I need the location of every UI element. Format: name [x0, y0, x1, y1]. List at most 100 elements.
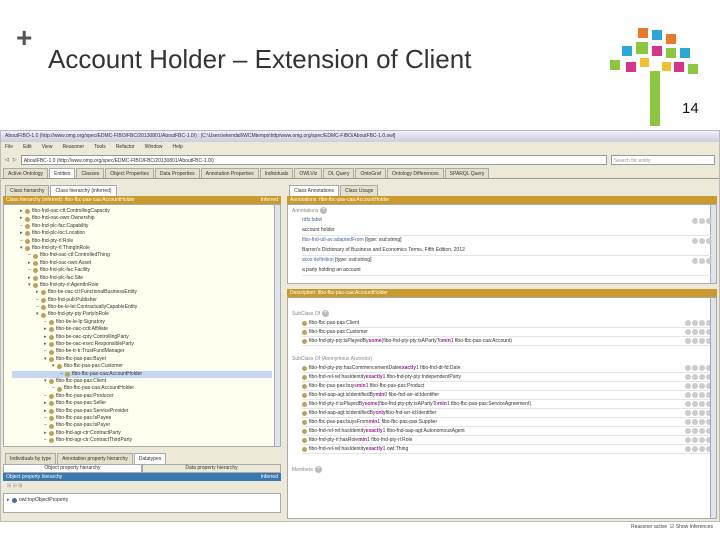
tree-item[interactable]: – fibo-be-le-lei:ContractuallyCapableEnti…	[12, 304, 272, 311]
tree-item[interactable]: ▸ fibo-be-oac-exec:ResponsibleParty	[12, 341, 272, 348]
delete-icon[interactable]	[699, 410, 705, 416]
forward-icon[interactable]: ▷	[13, 157, 17, 163]
explain-icon[interactable]	[685, 338, 691, 344]
annotate-icon[interactable]	[692, 437, 698, 443]
tree-item[interactable]: ▾ fibo-fnd-pty-pty:PartyInRole	[12, 311, 272, 318]
add-member-icon[interactable]: +	[314, 466, 322, 473]
annotate-icon[interactable]	[692, 365, 698, 371]
tab-sparql-query[interactable]: SPARQL Query	[444, 168, 490, 178]
explain-icon[interactable]	[685, 419, 691, 425]
axiom-row[interactable]: fibo-fnd-aap-agt:isIdentifiedBy min 0 fi…	[302, 391, 716, 400]
annotate-icon[interactable]	[692, 428, 698, 434]
menu-item-file[interactable]: File	[5, 144, 13, 150]
tab-class-usage[interactable]: Class Usage	[340, 185, 379, 196]
annotate-icon[interactable]	[692, 383, 698, 389]
annotation-property-name[interactable]: fibo-fnd-utl-av:adaptedFrom	[302, 237, 364, 243]
ontology-address[interactable]: AboutFBC-1.0 (http://www.omg.org/spec/ED…	[20, 155, 607, 165]
tree-item[interactable]: ▸ fibo-fnd-oac-own:Ownership	[12, 215, 272, 222]
tab-owlviz[interactable]: OWLViz	[294, 168, 323, 178]
delete-icon[interactable]	[699, 419, 705, 425]
annotate-icon[interactable]	[692, 329, 698, 335]
tab-ontology-differences[interactable]: Ontology Differences	[387, 168, 444, 178]
tab-annotation-property-hierarchy[interactable]: Annotation property hierarchy	[57, 453, 133, 464]
tree-item[interactable]: – fibo-fbc-pas-pas:Producer	[12, 393, 272, 400]
tree-item[interactable]: ▸ fibo-fnd-agr-ctr:ContractParty	[12, 430, 272, 437]
annotate-icon[interactable]	[692, 374, 698, 380]
tree-item[interactable]: ▸ fibo-fnd-oac-ctl:ControllingCapacity	[12, 208, 272, 215]
explain-icon[interactable]	[685, 428, 691, 434]
annotation-property-name[interactable]: skos:definition	[302, 257, 334, 263]
tree-item[interactable]: ▸ fibo-fbc-pas-pas:ServiceProvider	[12, 408, 272, 415]
tab-annotation-properties[interactable]: Annotation Properties	[200, 168, 259, 178]
show-inferences-checkbox[interactable]: ☑	[670, 524, 674, 530]
menu-item-edit[interactable]: Edit	[23, 144, 32, 150]
tree-item[interactable]: ▸ fibo-fnd-plc-fac:Site	[12, 275, 272, 282]
tab-datatypes[interactable]: Datatypes	[133, 453, 167, 464]
axiom-row[interactable]: fibo-fbc-pas-pas:buys min 1 fibo-fbc-pas…	[302, 382, 716, 391]
delete-icon[interactable]	[699, 329, 705, 335]
axiom-row[interactable]: fibo-fnd-rel-rel:hasIdentity exactly 1 f…	[302, 373, 716, 382]
tab-dl-query[interactable]: DL Query	[323, 168, 355, 178]
tree-item[interactable]: ▾ fibo-fbc-pas-pas:Customer	[12, 363, 272, 370]
tab-ontograf[interactable]: OntoGraf	[355, 168, 387, 178]
scrollbar[interactable]	[274, 205, 280, 446]
axiom-row[interactable]: fibo-fnd-rel-rel:hasIdentity exactly 1 o…	[302, 445, 716, 454]
explain-icon[interactable]	[685, 374, 691, 380]
tree-item[interactable]: – fibo-fbc-pas-caa:AccountHolder	[12, 385, 272, 392]
delete-icon[interactable]	[699, 437, 705, 443]
tab-class-hierarchy-inferred[interactable]: Class hierarchy (inferred)	[50, 185, 117, 196]
tab-object-properties[interactable]: Object Properties	[105, 168, 154, 178]
menu-item-help[interactable]: Help	[173, 144, 183, 150]
tab-class-hierarchy[interactable]: Class hierarchy	[5, 185, 50, 196]
back-icon[interactable]: ◁	[5, 157, 9, 163]
axiom-row[interactable]: fibo-fbc-pas-pas:buysFrom min 1 fibo-fbc…	[302, 418, 716, 427]
annotate-icon[interactable]	[692, 419, 698, 425]
menu-item-reasoner[interactable]: Reasoner	[62, 144, 84, 150]
menu-item-tools[interactable]: Tools	[94, 144, 106, 150]
axiom-row[interactable]: fibo-fnd-aap-agt:isIdentifiedBy only fib…	[302, 409, 716, 418]
explain-icon[interactable]	[685, 383, 691, 389]
tab-data-properties[interactable]: Data Properties	[154, 168, 200, 178]
axiom-row[interactable]: fibo-fbc-pas-pas:Client	[302, 319, 716, 328]
annotate-icon[interactable]	[692, 392, 698, 398]
tree-item[interactable]: – fibo-fnd-agr-ctr:ContractThirdParty	[12, 437, 272, 444]
tree-item[interactable]: – fibo-be-tr-tr:TrustFundManager	[12, 348, 272, 355]
tree-item[interactable]: – fibo-fnd-pub:Publisher	[12, 297, 272, 304]
delete-icon[interactable]	[706, 258, 712, 264]
tab-entities[interactable]: Entities	[49, 168, 76, 178]
tree-item[interactable]: – fibo-fnd-plc-fac:Facility	[12, 267, 272, 274]
menu-item-view[interactable]: View	[42, 144, 53, 150]
tree-item[interactable]: – fibo-fnd-plc-fac:Capability	[12, 223, 272, 230]
explain-icon[interactable]	[685, 401, 691, 407]
annotate-icon[interactable]	[692, 446, 698, 452]
tab-data-property-hierarchy[interactable]: Data property hierarchy	[142, 464, 281, 473]
tree-item[interactable]: – fibo-fbc-pas-pas:IsPayee	[12, 415, 272, 422]
explain-icon[interactable]	[685, 320, 691, 326]
tab-active-ontology[interactable]: Active Ontology	[3, 168, 49, 178]
tree-item[interactable]: ▸ fibo-be-oac-cpty:ControllingParty	[12, 334, 272, 341]
menu-item-window[interactable]: Window	[145, 144, 163, 150]
axiom-row[interactable]: fibo-fnd-pty-rl:hasRole min 1 fibo-fnd-p…	[302, 436, 716, 445]
add-annotation-icon[interactable]: +	[320, 207, 328, 214]
explain-icon[interactable]	[685, 365, 691, 371]
annotate-icon[interactable]	[692, 338, 698, 344]
tree-item[interactable]: ▾ fibo-fbc-pas-pas:Buyer	[12, 356, 272, 363]
tree-item[interactable]: ▸ fibo-be-oac-cctl:Affiliate	[12, 326, 272, 333]
delete-icon[interactable]	[699, 338, 705, 344]
explain-icon[interactable]	[685, 446, 691, 452]
annotation-property-name[interactable]: rdfs:label	[302, 217, 322, 223]
delete-icon[interactable]	[699, 446, 705, 452]
explain-icon[interactable]	[685, 437, 691, 443]
tree-item[interactable]: ▾ fibo-fnd-pty-rl:ThingInRole	[12, 245, 272, 252]
axiom-row[interactable]: fibo-fbc-pas-pas:Customer	[302, 328, 716, 337]
tree-item[interactable]: – fibo-be-le-lp:Signatory	[12, 319, 272, 326]
delete-icon[interactable]	[699, 401, 705, 407]
delete-icon[interactable]	[699, 392, 705, 398]
explain-icon[interactable]	[685, 392, 691, 398]
search-input[interactable]: Search for entity	[611, 155, 715, 165]
tab-class-annotations[interactable]: Class Annotations	[289, 185, 340, 196]
delete-icon[interactable]	[699, 374, 705, 380]
add-subclass-icon[interactable]: +	[322, 310, 330, 317]
delete-icon[interactable]: ⊠	[18, 483, 22, 489]
tree-item[interactable]: ▸ fibo-fbc-pas-pas:Seller	[12, 400, 272, 407]
